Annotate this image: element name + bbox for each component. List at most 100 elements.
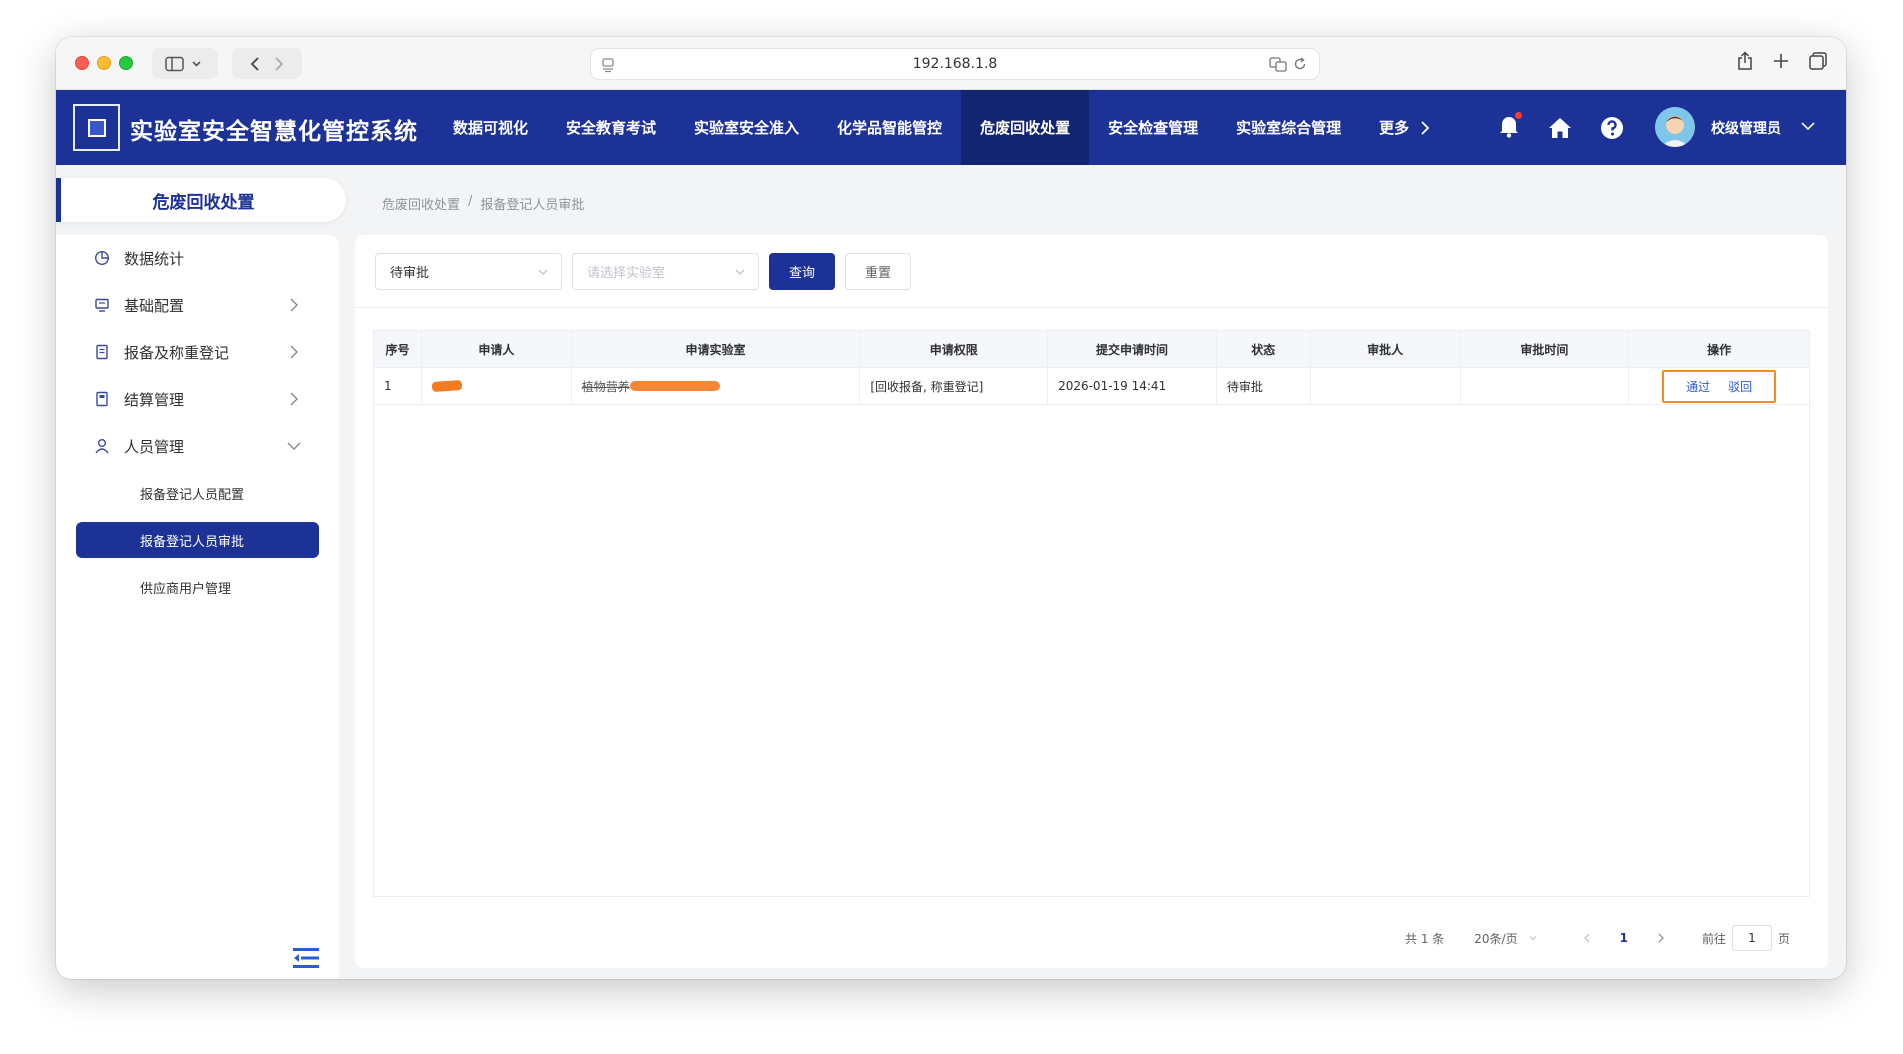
app-header: 实验室安全智慧化管控系统 数据可视化 安全教育考试 实验室安全准入 化学品智能管… [56,90,1846,165]
sidebar-item-label: 报备及称重登记 [124,343,230,362]
minimize-window-button[interactable] [97,56,111,70]
column-header-status: 状态 [1217,331,1311,367]
new-tab-icon[interactable] [1772,51,1790,71]
table-header: 序号 申请人 申请实验室 申请权限 提交申请时间 状态 审批人 审批时间 操作 [374,331,1809,368]
prev-page-icon[interactable] [1582,932,1592,944]
sidebar-item-personnel[interactable]: 人员管理 [56,426,339,466]
page-size-value: 20条/页 [1474,931,1518,946]
column-header-approval-time: 审批时间 [1461,331,1630,367]
action-highlight: 通过 驳回 [1662,369,1777,403]
tab-overview-icon[interactable] [1808,51,1828,71]
sidebar: 数据统计 基础配置 报备及称重登记 结算管理 人员管理 报备登记人员配置 报备登… [56,235,339,979]
nav-more-label: 更多 [1379,119,1410,137]
page-number[interactable]: 1 [1620,931,1628,945]
sidebar-item-settlement[interactable]: 结算管理 [56,379,339,419]
forward-icon[interactable] [273,56,285,72]
redaction-mark [629,381,720,391]
query-button[interactable]: 查询 [769,253,835,290]
column-header-applicant: 申请人 [422,331,572,367]
page-size-select[interactable]: 20条/页 [1474,930,1537,947]
redaction-mark [431,379,463,393]
cell-actions: 通过 驳回 [1629,368,1809,404]
browser-sidebar-toggle[interactable] [152,48,218,79]
sidebar-icon [165,56,201,71]
user-icon [95,439,109,454]
chevron-down-icon[interactable] [1800,118,1816,134]
back-icon[interactable] [249,56,261,72]
main-panel: 待审批 请选择实验室 查询 重置 序号 申请人 申请实验室 申请权限 提交申请时… [355,235,1828,968]
column-header-index: 序号 [374,331,422,367]
sidebar-subitem-label: 报备登记人员配置 [140,487,245,503]
approve-link[interactable]: 通过 [1686,378,1710,395]
nav-hazardous-waste[interactable]: 危废回收处置 [961,90,1090,165]
close-window-button[interactable] [75,56,89,70]
sidebar-subitem-personnel-config[interactable]: 报备登记人员配置 [76,475,319,511]
nav-lab-access[interactable]: 实验室安全准入 [675,90,818,165]
panel-divider [355,307,1828,308]
url-text: 192.168.1.8 [912,56,998,72]
cell-lab: 植物营养 [572,368,861,404]
sidebar-item-label: 结算管理 [124,390,185,409]
breadcrumb-current: 报备登记人员审批 [480,198,585,213]
translate-icon[interactable] [1269,56,1287,72]
app-logo[interactable] [73,104,120,151]
column-header-actions: 操作 [1707,342,1732,357]
status-select[interactable]: 待审批 [375,253,562,290]
cell-applicant [422,368,572,404]
filter-bar: 待审批 请选择实验室 查询 重置 [375,253,911,290]
home-icon[interactable] [1548,116,1572,140]
nav-more[interactable]: 更多 [1360,90,1452,165]
nav-safety-inspection[interactable]: 安全检查管理 [1089,90,1217,165]
cell-permission: [回收报备, 称重登记] [860,368,1049,404]
goto-unit: 页 [1777,931,1790,946]
cell-approver [1311,368,1461,404]
reject-link[interactable]: 驳回 [1728,378,1752,395]
nav-lab-management[interactable]: 实验室综合管理 [1217,90,1360,165]
chevron-right-icon [290,392,298,406]
menu-collapse-icon[interactable] [293,947,319,969]
top-navigation: 数据可视化 安全教育考试 实验室安全准入 化学品智能管控 危废回收处置 安全检查… [434,90,1452,165]
sidebar-subitem-label: 供应商用户管理 [140,581,232,597]
sidebar-subitem-personnel-approval[interactable]: 报备登记人员审批 [76,522,319,558]
chevron-down-icon [735,269,745,275]
goto-page-input[interactable]: 1 [1731,925,1772,951]
share-icon[interactable] [1736,51,1754,71]
sidebar-item-basic-config[interactable]: 基础配置 [56,285,339,325]
status-select-value: 待审批 [390,266,430,281]
pagination: 共 1 条 20条/页 1 前往 1 页 [1405,925,1790,951]
breadcrumb-root[interactable]: 危废回收处置 [382,194,460,213]
help-icon[interactable] [1600,116,1624,140]
sidebar-item-report-weighing[interactable]: 报备及称重登记 [56,332,339,372]
avatar-icon [1655,107,1695,147]
chevron-down-icon [1529,936,1537,941]
notification-dot [1515,112,1522,119]
column-header-permission: 申请权限 [860,331,1049,367]
notification-button[interactable] [1498,112,1522,142]
breadcrumb: 危废回收处置 / 报备登记人员审批 [382,194,584,213]
browser-nav-buttons [232,48,302,79]
address-bar[interactable]: 192.168.1.8 [590,48,1320,80]
reload-icon[interactable] [1293,56,1307,72]
approval-table: 序号 申请人 申请实验室 申请权限 提交申请时间 状态 审批人 审批时间 操作 … [373,330,1810,897]
sidebar-item-label: 基础配置 [124,296,185,315]
nav-safety-education[interactable]: 安全教育考试 [547,90,675,165]
next-page-icon[interactable] [1656,932,1666,944]
column-header-submit-time: 提交申请时间 [1048,331,1217,367]
logo-icon [87,118,106,137]
user-avatar[interactable] [1655,107,1695,147]
nav-chemical-control[interactable]: 化学品智能管控 [818,90,961,165]
chevron-right-icon [290,298,298,312]
sidebar-subitem-supplier-users[interactable]: 供应商用户管理 [76,569,319,605]
nav-data-visualization[interactable]: 数据可视化 [434,90,547,165]
reset-button[interactable]: 重置 [845,253,911,290]
breadcrumb-separator: / [468,194,473,209]
page-settings-icon[interactable] [601,57,615,73]
table-row: 1 植物营养 [回收报备, 称重登记] 2026-01-19 14:41 待审批… [374,368,1809,405]
cell-submit-time: 2026-01-19 14:41 [1048,368,1217,404]
zoom-window-button[interactable] [119,56,133,70]
user-name[interactable]: 校级管理员 [1711,118,1781,138]
goto-label: 前往 [1701,931,1726,946]
sidebar-item-statistics[interactable]: 数据统计 [56,238,339,278]
lab-select[interactable]: 请选择实验室 [572,253,759,290]
sidebar-section-title: 危废回收处置 [56,178,346,222]
